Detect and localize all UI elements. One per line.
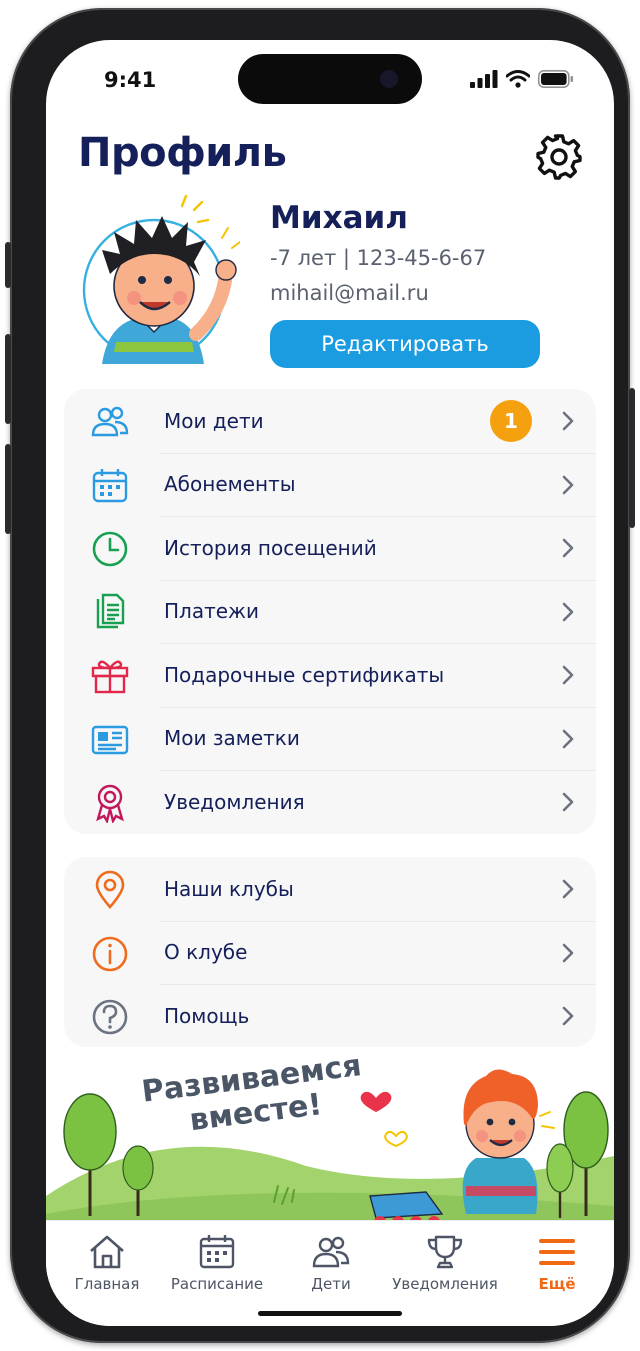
menu-item-notifications[interactable]: Уведомления: [64, 770, 596, 834]
menu-item-our-clubs[interactable]: Наши клубы: [64, 857, 596, 921]
chevron-right-icon: [562, 879, 574, 899]
chevron-right-icon: [562, 538, 574, 558]
menu-item-label: Подарочные сертификаты: [164, 662, 445, 687]
notes-icon: [91, 725, 129, 754]
tab-label: Уведомления: [392, 1275, 498, 1293]
status-bar: 9:41: [46, 40, 614, 120]
menu-item-subscriptions[interactable]: Абонементы: [64, 452, 596, 517]
chevron-right-icon: [562, 1006, 574, 1026]
edit-profile-button[interactable]: Редактировать: [270, 320, 540, 368]
home-indicator: [258, 1311, 402, 1316]
chevron-right-icon: [562, 943, 574, 962]
menu-item-label: Помощь: [164, 1003, 250, 1028]
trophy-icon: [427, 1235, 463, 1269]
menu-item-label: Уведомления: [164, 789, 305, 814]
phone-frame: 9:41 Профиль Михаил -7 лет | 123-45-6-67…: [5, 8, 635, 1343]
tab-label: Ещё: [538, 1275, 576, 1293]
tab-children[interactable]: Дети: [276, 1233, 386, 1293]
menu-item-label: Наши клубы: [164, 876, 294, 901]
chevron-right-icon: [562, 729, 574, 748]
profile-meta: -7 лет | 123-45-6-67: [270, 246, 487, 270]
status-icons: [470, 70, 574, 88]
profile-email: mihail@mail.ru: [270, 281, 429, 305]
users-icon: [91, 406, 129, 437]
tab-label: Главная: [74, 1275, 140, 1293]
power-button: [629, 388, 635, 528]
page-title: Профиль: [78, 130, 287, 176]
tab-label: Дети: [311, 1275, 351, 1293]
users-icon: [312, 1236, 350, 1268]
battery-icon: [538, 70, 574, 88]
promo-banner: Развиваемся вместе!: [46, 1046, 614, 1226]
profile-name: Михаил: [270, 200, 408, 236]
chevron-right-icon: [562, 665, 574, 685]
gift-icon: [91, 660, 129, 694]
calendar-icon: [199, 1235, 235, 1269]
tab-schedule[interactable]: Расписание: [162, 1233, 272, 1293]
volume-up-button: [5, 334, 11, 424]
calendar-icon: [92, 468, 128, 502]
menu-item-payments[interactable]: Платежи: [64, 579, 596, 644]
menu-card-info: Наши клубы О клубе Помощь: [64, 857, 596, 1047]
menu-card-main: Мои дети 1 Абонементы История посещений: [64, 389, 596, 834]
chevron-right-icon: [562, 475, 574, 494]
menu-item-label: О клубе: [164, 940, 248, 965]
tab-label: Расписание: [170, 1275, 264, 1293]
menu-item-visit-history[interactable]: История посещений: [64, 516, 596, 580]
info-icon: [92, 936, 128, 971]
volume-down-button: [5, 444, 11, 534]
menu-item-about-club[interactable]: О клубе: [64, 920, 596, 985]
menu-item-label: Мои заметки: [164, 726, 300, 751]
chevron-right-icon: [562, 411, 574, 431]
menu-icon: [539, 1239, 575, 1265]
menu-item-my-children[interactable]: Мои дети 1: [64, 389, 596, 453]
wifi-icon: [506, 70, 530, 88]
avatar[interactable]: [72, 192, 240, 364]
award-icon: [96, 784, 124, 823]
documents-icon: [96, 593, 125, 628]
tab-home[interactable]: Главная: [52, 1233, 162, 1293]
menu-item-my-notes[interactable]: Мои заметки: [64, 706, 596, 771]
menu-item-label: Абонементы: [164, 472, 296, 497]
notification-badge: 1: [490, 400, 532, 442]
chevron-right-icon: [562, 602, 574, 621]
menu-item-help[interactable]: Помощь: [64, 984, 596, 1048]
camera-icon: [380, 70, 398, 88]
location-pin-icon: [95, 870, 125, 909]
menu-item-label: Платежи: [164, 599, 260, 624]
menu-item-label: Мои дети: [164, 408, 264, 433]
dynamic-island: [238, 54, 422, 104]
mute-switch: [5, 242, 11, 288]
help-icon: [92, 999, 128, 1035]
app-screen: 9:41 Профиль Михаил -7 лет | 123-45-6-67…: [46, 40, 614, 1326]
signal-icon: [470, 70, 498, 88]
bottom-tab-bar: Главная Расписание Дети Уведомления Ещё: [46, 1220, 614, 1326]
tab-more[interactable]: Ещё: [502, 1233, 612, 1293]
clock-icon: [92, 531, 128, 567]
menu-item-gift-certificates[interactable]: Подарочные сертификаты: [64, 643, 596, 707]
status-time: 9:41: [104, 68, 157, 92]
menu-item-label: История посещений: [164, 535, 377, 560]
gear-icon[interactable]: [534, 132, 584, 182]
tab-notifications[interactable]: Уведомления: [390, 1233, 500, 1293]
home-icon: [90, 1235, 124, 1269]
chevron-right-icon: [562, 792, 574, 812]
